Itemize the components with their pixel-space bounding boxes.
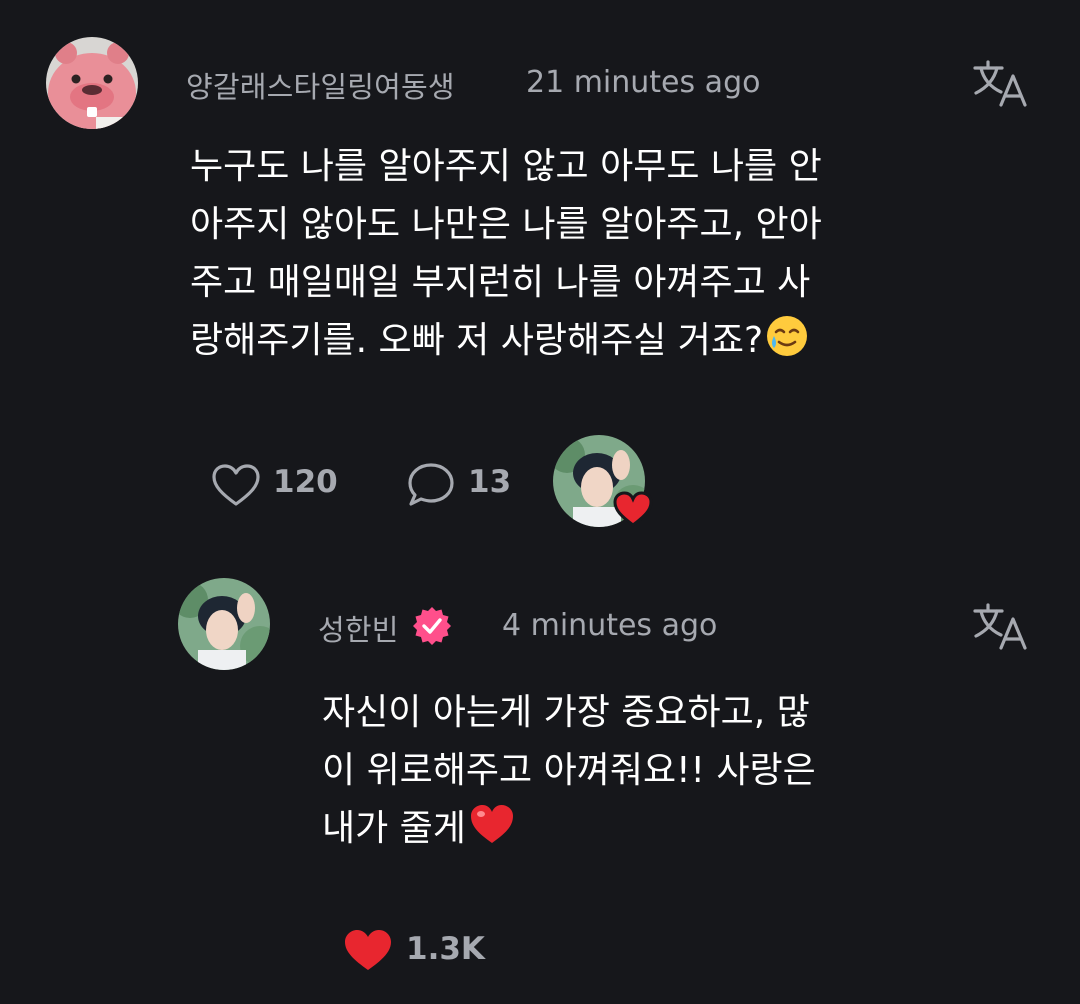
- reply-text-line: 이 위로해주고 아껴줘요!! 사랑은: [322, 750, 816, 791]
- reply-button[interactable]: [406, 461, 456, 509]
- comment-text-line: 랑해주기를. 오빠 저 사랑해주실 거죠?: [190, 320, 764, 361]
- comment-timestamp: 21 minutes ago: [526, 65, 761, 100]
- reply-author-username[interactable]: 성한빈: [318, 607, 399, 649]
- like-count: 120: [273, 464, 338, 500]
- comment-text: 누구도 나를 알아주지 않고 아무도 나를 안 아주지 않아도 나만은 나를 알…: [190, 138, 822, 376]
- creator-heart-icon: [612, 490, 654, 528]
- reply-text-line: 자신이 아는게 가장 중요하고, 많: [322, 692, 810, 733]
- comment-text-line: 주고 매일매일 부지런히 나를 아껴주고 사: [190, 262, 811, 303]
- reply-like-count: 1.3K: [406, 931, 485, 967]
- commenter-username[interactable]: 양갈래스타일링여동생: [186, 64, 455, 106]
- reply-text: 자신이 아는게 가장 중요하고, 많 이 위로해주고 아껴줘요!! 사랑은 내가…: [322, 684, 816, 864]
- like-button[interactable]: [210, 462, 262, 508]
- comment-text-line: 아주지 않아도 나만은 나를 알아주고, 안아: [190, 204, 822, 245]
- reply-author-avatar[interactable]: [178, 578, 270, 670]
- reply-like-button-filled[interactable]: [342, 927, 394, 973]
- verified-badge-icon: [410, 604, 454, 648]
- translate-icon[interactable]: [972, 601, 1028, 653]
- translate-icon[interactable]: [972, 58, 1028, 110]
- smiling-face-with-tear-icon: [765, 314, 809, 376]
- commenter-avatar[interactable]: [46, 37, 138, 129]
- reply-timestamp: 4 minutes ago: [502, 608, 718, 643]
- reply-text-line: 내가 줄게: [322, 808, 466, 849]
- comment-text-line: 누구도 나를 알아주지 않고 아무도 나를 안: [190, 146, 822, 187]
- red-heart-icon: [468, 802, 516, 864]
- reply-count: 13: [468, 464, 512, 500]
